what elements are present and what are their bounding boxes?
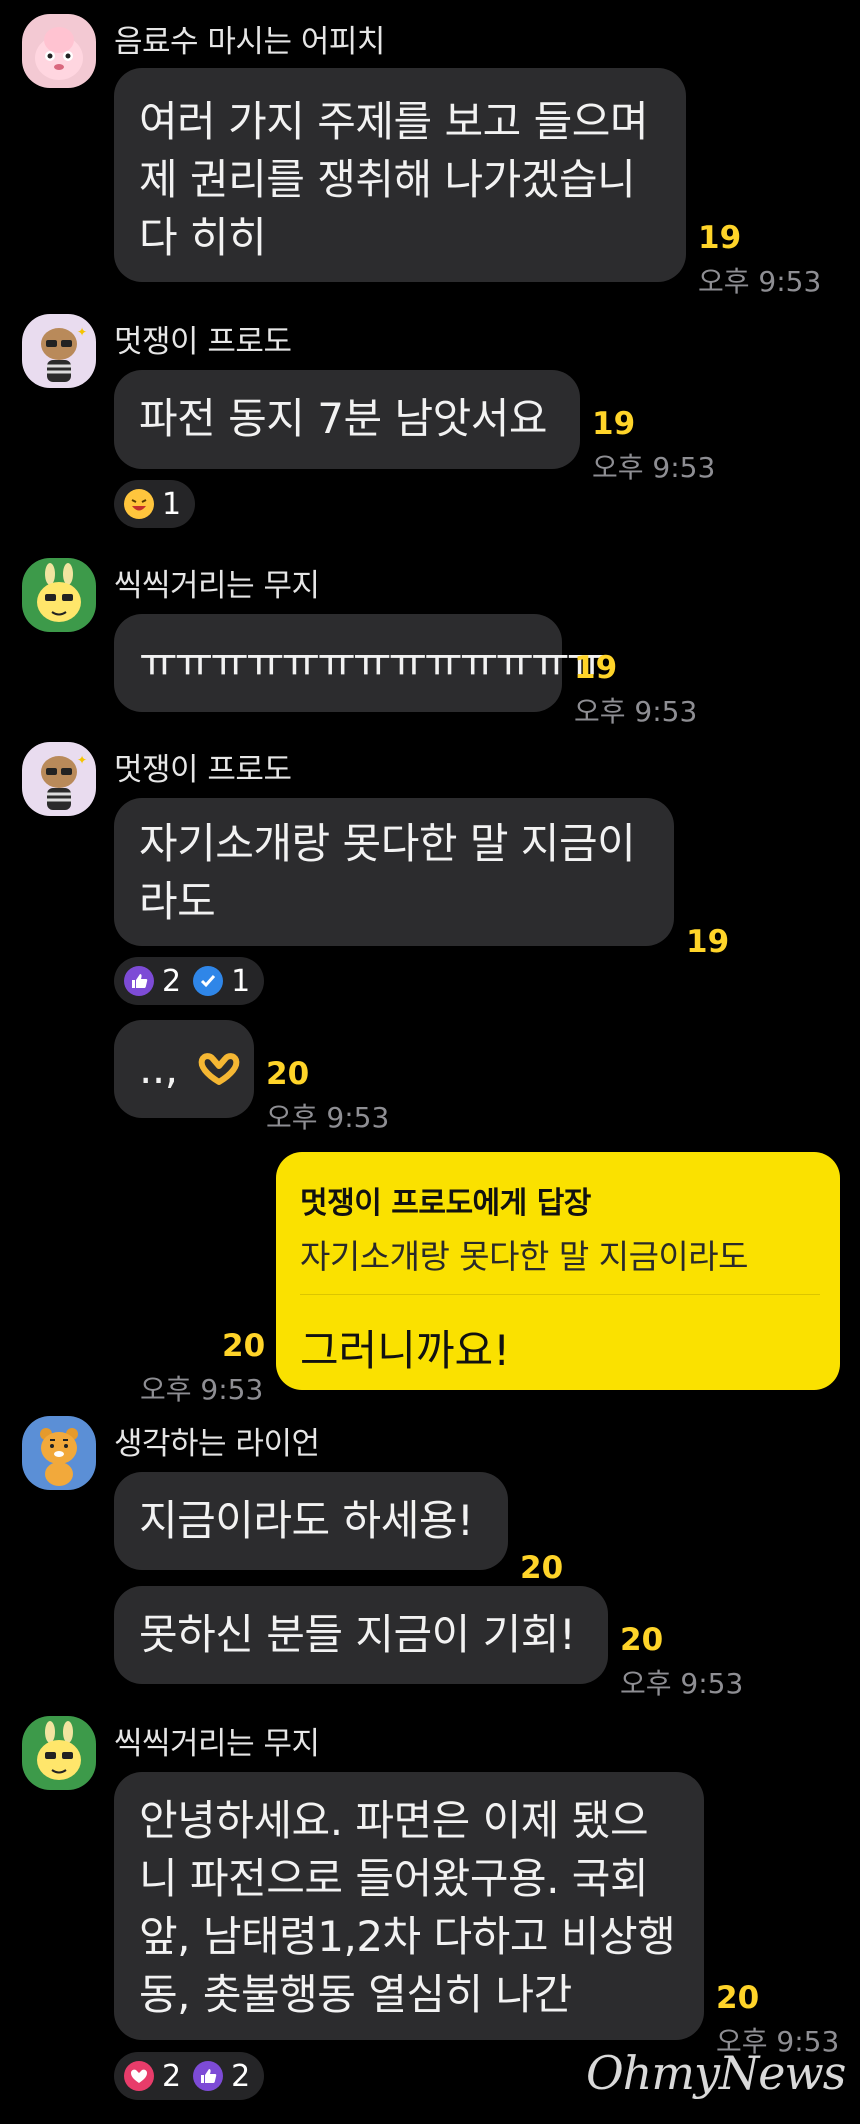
unread-count: 20	[222, 1328, 266, 1364]
message-time: 오후 9:53	[698, 265, 822, 298]
message-line: 제 권리를 쟁취해 나가겠습니	[139, 155, 636, 204]
message-line: 파전 동지 7분 남앗서요	[139, 394, 548, 443]
svg-text:✦: ✦	[77, 325, 87, 339]
message-line: 못하신 분들 지금이 기회!	[139, 1610, 576, 1659]
message-time: 오후 9:53	[266, 1101, 390, 1134]
laughing-emoji-icon	[124, 489, 154, 519]
check-icon	[193, 966, 224, 996]
my-message-bubble[interactable]: 멋쟁이 프로도에게 답장 자기소개랑 못다한 말 지금이라도 그러니까요!	[276, 1152, 840, 1390]
message-text: 그러니까요!	[300, 1326, 511, 1375]
message-line: ㅠㅠㅠㅠㅠㅠㅠㅠㅠㅠㅠㅠㅠ	[139, 638, 605, 687]
message-bubble[interactable]: 지금이라도 하세용!	[114, 1472, 508, 1570]
ryan-avatar[interactable]	[22, 1416, 96, 1490]
message-bubble[interactable]: 못하신 분들 지금이 기회!	[114, 1586, 608, 1684]
unread-count: 20	[266, 1056, 310, 1092]
message-bubble[interactable]: 자기소개랑 못다한 말 지금이 라도	[114, 798, 674, 946]
thumbs-up-icon	[193, 2061, 224, 2091]
reaction-bar[interactable]: 1	[114, 480, 196, 528]
quoted-message[interactable]: 자기소개랑 못다한 말 지금이라도	[300, 1230, 816, 1278]
unread-count: 19	[592, 406, 636, 442]
sender-name: 멋쟁이 프로도	[114, 324, 292, 360]
reaction-count: 2	[231, 2058, 251, 2094]
message-line: 앞, 남태령1,2차 다하고 비상행	[139, 1912, 676, 1961]
watermark-logo: OhmyNews	[586, 2046, 846, 2100]
unread-count: 19	[686, 924, 730, 960]
message-line: 라도	[139, 877, 216, 926]
message-line: 여러 가지 주제를 보고 들으며	[139, 97, 649, 146]
reaction-count: 2	[162, 2058, 182, 2094]
muzi-avatar[interactable]	[22, 558, 96, 632]
heart-icon	[124, 2061, 154, 2091]
unread-count: 20	[520, 1550, 564, 1586]
apeach-avatar[interactable]	[22, 14, 96, 88]
reaction-count: 1	[231, 963, 251, 999]
message-bubble[interactable]: 안녕하세요. 파면은 이제 됐으 니 파전으로 들어왔구용. 국회 앞, 남태령…	[114, 1772, 704, 2040]
message-line: 자기소개랑 못다한 말 지금이	[139, 819, 636, 868]
sender-name: 생각하는 라이언	[114, 1426, 320, 1462]
heart-hands-emoji-icon	[196, 1043, 242, 1101]
message-line: 니 파전으로 들어왔구용. 국회	[139, 1854, 649, 1903]
thumbs-up-icon	[124, 966, 154, 996]
sender-name: 씩씩거리는 무지	[114, 568, 320, 604]
muzi-avatar[interactable]	[22, 1716, 96, 1790]
unread-count: 20	[620, 1622, 664, 1658]
message-bubble[interactable]: ㅠㅠㅠㅠㅠㅠㅠㅠㅠㅠㅠㅠㅠ	[114, 614, 605, 712]
message-time: 오후 9:53	[574, 695, 698, 728]
reaction-count: 2	[162, 963, 182, 999]
message-line: 동, 촛불행동 열심히 나간	[139, 1970, 572, 2019]
frodo-avatar[interactable]: ✦	[22, 742, 96, 816]
message-bubble[interactable]: 여러 가지 주제를 보고 들으며 제 권리를 쟁취해 나가겠습니 다 히히	[114, 68, 686, 282]
sender-name: 멋쟁이 프로도	[114, 752, 292, 788]
message-time: 오후 9:53	[140, 1373, 264, 1406]
message-time: 오후 9:53	[620, 1667, 744, 1700]
unread-count: 20	[716, 1980, 760, 2016]
message-line: 다 히히	[139, 213, 267, 262]
reaction-bar[interactable]: 2 2	[114, 2052, 265, 2100]
message-time: 오후 9:53	[592, 451, 716, 484]
unread-count: 19	[574, 650, 618, 686]
message-text: ..,	[139, 1044, 178, 1093]
message-bubble[interactable]: ..,	[114, 1020, 254, 1118]
reply-divider	[300, 1294, 820, 1295]
message-line: ..,	[139, 1040, 240, 1101]
sender-name: 음료수 마시는 어피치	[114, 24, 385, 60]
sender-name: 씩씩거리는 무지	[114, 1726, 320, 1762]
message-bubble[interactable]: 파전 동지 7분 남앗서요	[114, 370, 580, 469]
frodo-avatar[interactable]: ✦	[22, 314, 96, 388]
message-line: 안녕하세요. 파면은 이제 됐으	[139, 1796, 649, 1845]
message-line: 지금이라도 하세용!	[139, 1496, 474, 1545]
reaction-count: 1	[162, 486, 182, 522]
unread-count: 19	[698, 220, 742, 256]
svg-text:✦: ✦	[77, 753, 87, 767]
reply-to-label: 멋쟁이 프로도에게 답장	[300, 1186, 591, 1221]
reaction-bar[interactable]: 2 1	[114, 957, 265, 1005]
